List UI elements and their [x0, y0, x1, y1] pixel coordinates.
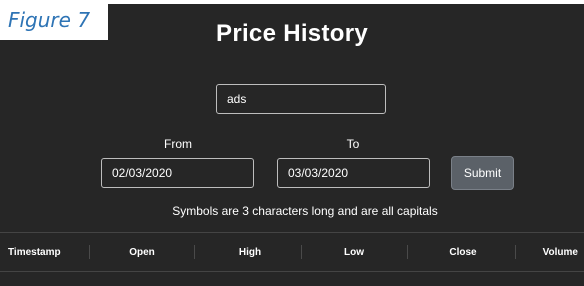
column-header-low[interactable]: Low	[304, 233, 404, 271]
symbol-hint: Symbols are 3 characters long and are al…	[172, 204, 438, 218]
figure-caption: Figure 7	[0, 0, 108, 40]
symbol-input[interactable]	[216, 84, 386, 114]
column-header-close[interactable]: Close	[411, 233, 515, 271]
price-history-app: Price History From To Submit Symbols are…	[0, 4, 584, 286]
column-divider	[515, 245, 516, 259]
column-header-high[interactable]: High	[200, 233, 300, 271]
column-divider	[407, 245, 408, 259]
from-date-input[interactable]	[101, 158, 254, 188]
to-date-input[interactable]	[277, 158, 430, 188]
column-divider	[301, 245, 302, 259]
from-label: From	[164, 137, 192, 151]
column-divider	[194, 245, 195, 259]
column-divider	[89, 245, 90, 259]
to-label: To	[346, 137, 360, 151]
column-header-volume[interactable]: Volume	[524, 233, 584, 271]
price-table-header: Timestamp Open High Low Close Volume	[0, 232, 584, 272]
column-header-timestamp[interactable]: Timestamp	[0, 233, 70, 271]
submit-button[interactable]: Submit	[451, 156, 514, 190]
column-header-open[interactable]: Open	[98, 233, 186, 271]
